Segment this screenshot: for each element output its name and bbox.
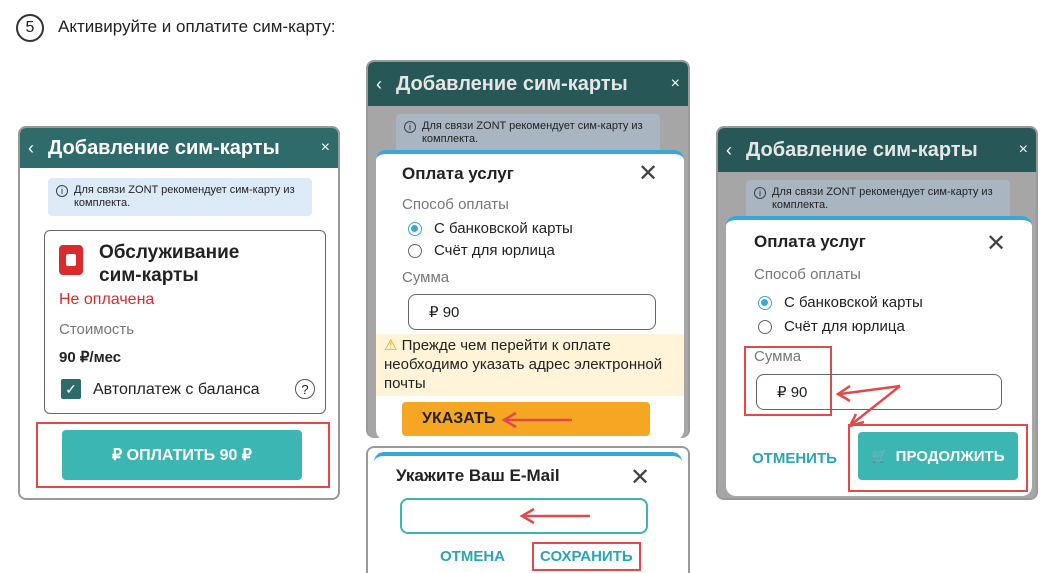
radio-invoice[interactable]: Счёт для юрлица [408, 242, 555, 259]
cancel-button[interactable]: ОТМЕНИТЬ [752, 450, 837, 467]
info-text: Для связи ZONT рекомендует сим-карту из … [74, 184, 295, 209]
back-icon[interactable]: ‹ [28, 138, 48, 159]
warning-icon: ⚠ [384, 337, 398, 354]
radio-bank-card-label: С банковской карты [434, 220, 573, 237]
sim-service-card: Обслуживание сим-карты Не оплачена Стоим… [44, 230, 326, 414]
cost-value: 90 ₽/мес [59, 349, 122, 366]
cost-label: Стоимость [59, 321, 135, 338]
info-icon: i [56, 185, 68, 197]
radio-bank-card[interactable]: С банковской карты [758, 294, 923, 311]
app-bar: ‹ Добавление сим-карты × [368, 62, 688, 106]
amount-label: Сумма [754, 348, 802, 365]
close-icon[interactable]: × [321, 139, 330, 157]
back-icon[interactable]: ‹ [376, 74, 396, 95]
radio-invoice-label: Счёт для юрлица [784, 318, 905, 335]
info-banner: i Для связи ZONT рекомендует сим-карту и… [396, 114, 660, 152]
step-number: 5 [16, 14, 44, 42]
info-banner: i Для связи ZONT рекомендует сим-карту и… [48, 178, 312, 216]
close-icon[interactable]: × [671, 75, 680, 93]
help-icon[interactable]: ? [295, 379, 315, 399]
info-icon: i [754, 187, 766, 199]
amount-label: Сумма [402, 269, 450, 286]
screen-add-sim: ‹ Добавление сим-карты × i Для связи ZON… [18, 126, 340, 500]
close-icon[interactable]: × [1019, 141, 1028, 159]
radio-bank-card-label: С банковской карты [784, 294, 923, 311]
close-icon[interactable]: ✕ [630, 466, 650, 490]
pay-button[interactable]: ₽ ОПЛАТИТЬ 90 ₽ [62, 430, 302, 480]
continue-button[interactable]: 🛒 ПРОДОЛЖИТЬ [858, 432, 1018, 480]
back-icon[interactable]: ‹ [726, 140, 746, 161]
app-bar-title: Добавление сим-карты [396, 72, 628, 95]
email-warning: ⚠ Прежде чем перейти к оплате необходимо… [376, 334, 684, 396]
amount-field[interactable]: ₽ 90 [408, 294, 656, 330]
screen-payment: ‹ Добавление сим-карты × i Для связи ZON… [366, 60, 690, 438]
app-bar-title: Добавление сим-карты [746, 138, 978, 161]
dialog-title: Оплата услуг [402, 164, 514, 183]
autopay-label: Автоплатеж с баланса [93, 381, 260, 398]
specify-button-label: УКАЗАТЬ [422, 410, 496, 427]
step-title: Активируйте и оплатите сим-карту: [58, 17, 336, 36]
close-icon[interactable]: ✕ [638, 162, 658, 186]
arrow-annotation [519, 507, 590, 525]
info-icon: i [404, 121, 416, 133]
radio-invoice[interactable]: Счёт для юрлица [758, 318, 905, 335]
close-icon[interactable]: ✕ [986, 232, 1006, 256]
sim-card-icon [59, 245, 83, 275]
cancel-button[interactable]: ОТМЕНА [440, 548, 505, 565]
payment-dialog: Оплата услуг ✕ Способ оплаты С банковско… [376, 150, 684, 438]
payment-dialog: Оплата услуг ✕ Способ оплаты С банковско… [726, 216, 1032, 496]
app-bar: ‹ Добавление сим-карты × [20, 128, 338, 168]
info-banner: i Для связи ZONT рекомендует сим-карту и… [746, 180, 1010, 218]
radio-unselected-icon [408, 244, 422, 259]
email-dialog: Укажите Ваш E-Mail ✕ ОТМЕНА СОХРАНИТЬ [374, 452, 682, 573]
payment-method-label: Способ оплаты [754, 266, 861, 283]
arrow-annotation [501, 411, 572, 429]
cart-icon: 🛒 [871, 448, 888, 463]
card-title: Обслуживание сим-карты [99, 242, 240, 286]
radio-selected-icon [758, 296, 772, 311]
dialog-title: Укажите Ваш E-Mail [396, 466, 560, 485]
warning-text: Прежде чем перейти к оплате необходимо у… [384, 337, 663, 392]
app-bar-title: Добавление сим-карты [48, 136, 280, 159]
screen-payment-continue: ‹ Добавление сим-карты × i Для связи ZON… [716, 126, 1038, 500]
screen-email: Укажите Ваш E-Mail ✕ ОТМЕНА СОХРАНИТЬ [366, 446, 690, 573]
continue-button-label: ПРОДОЛЖИТЬ [895, 447, 1005, 465]
app-bar: ‹ Добавление сим-карты × [718, 128, 1036, 172]
save-button[interactable]: СОХРАНИТЬ [532, 542, 641, 571]
payment-method-label: Способ оплаты [402, 196, 509, 213]
radio-invoice-label: Счёт для юрлица [434, 242, 555, 259]
radio-selected-icon [408, 222, 422, 237]
info-text: Для связи ZONT рекомендует сим-карту из … [422, 120, 643, 145]
dialog-title: Оплата услуг [754, 232, 866, 251]
radio-bank-card[interactable]: С банковской карты [408, 220, 573, 237]
status-text: Не оплачена [59, 291, 155, 308]
info-text: Для связи ZONT рекомендует сим-карту из … [772, 186, 993, 211]
radio-unselected-icon [758, 320, 772, 335]
autopay-checkbox[interactable]: ✓ [61, 379, 81, 399]
